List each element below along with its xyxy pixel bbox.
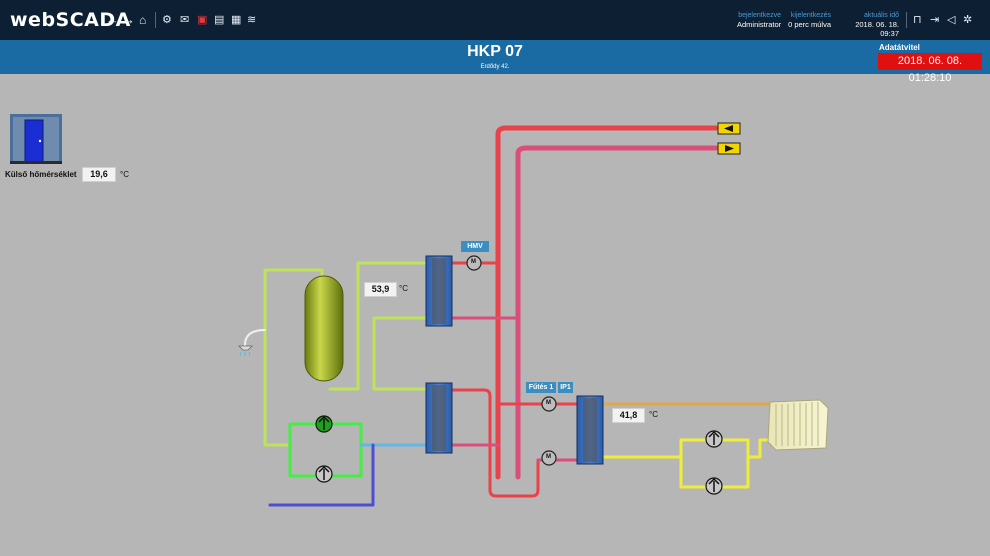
circulation-pump-2[interactable] [315,465,333,483]
tag-ip1[interactable]: IP1 [558,382,573,393]
outdoor-temp-value: 19,6 [82,167,116,182]
dhw-storage-tank [304,275,344,382]
process-diagram [10,114,829,507]
dhw2-primary-supply [450,388,540,498]
heating-pump-2[interactable] [705,477,723,495]
heating-heat-exchanger [576,395,604,465]
heating-pump-1[interactable] [705,430,723,448]
radiator-icon [767,399,829,451]
dhw-preheat-exchanger [425,382,453,454]
tag-futes-1[interactable]: Fűtés 1 [526,382,556,393]
heating-temp-value: 41,8 [612,408,645,423]
supply-pipe-main [495,125,719,480]
dhw-temp-value: 53,9 [364,282,397,297]
dhw-outlet-pipe [244,329,266,346]
door-icon [10,114,62,164]
valve-label-dhw: M [471,259,476,265]
valve-label-heating: M [546,400,551,406]
circulation-pump-1[interactable] [315,415,333,433]
supply-arrow-icon [717,142,741,155]
heating-temp-unit: °C [649,410,658,419]
heating-pump-loop [679,438,772,489]
return-pipe-main [515,145,719,480]
dhw-heat-exchanger [425,255,453,327]
dhw-tank-link [372,316,428,391]
return-arrow-icon [717,122,741,135]
outdoor-temp-label: Külső hőmérséklet [5,170,77,179]
dhw-temp-unit: °C [399,284,408,293]
outdoor-temp-unit: °C [120,170,129,179]
shower-icon [238,345,253,357]
tag-hmv[interactable]: HMV [461,241,489,252]
valve-label-return: M [546,454,551,460]
